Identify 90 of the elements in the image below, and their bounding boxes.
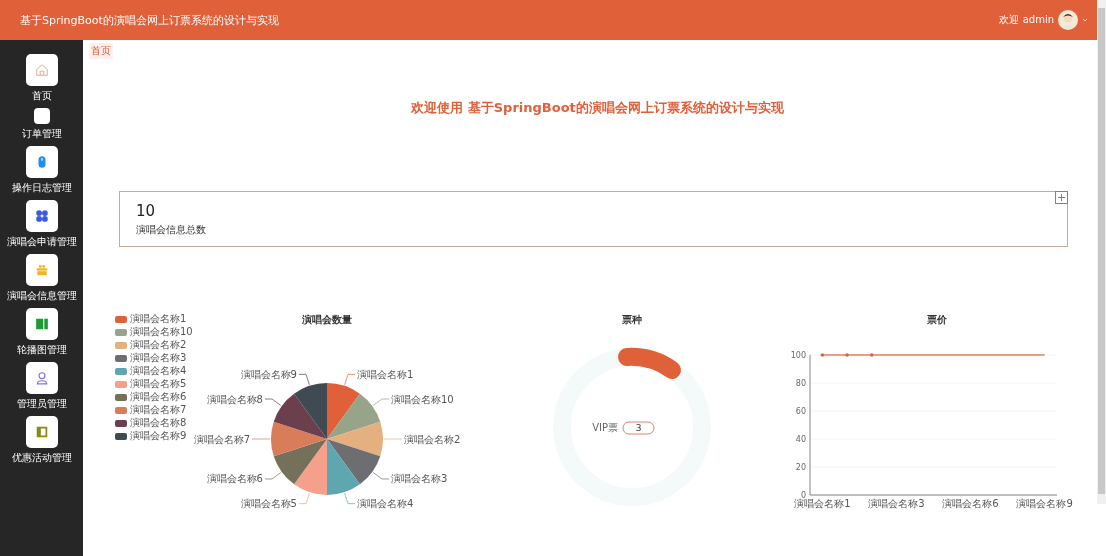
y-tick-label: 20 xyxy=(795,463,806,472)
legend-swatch[interactable] xyxy=(115,406,127,414)
legend-swatch[interactable] xyxy=(115,419,127,427)
sidebar-label[interactable]: 演唱会信息管理 xyxy=(6,289,77,303)
icon-tile[interactable] xyxy=(25,362,58,394)
value-label: 3 xyxy=(635,423,642,433)
sidebar-label[interactable]: 轮播图管理 xyxy=(16,343,67,357)
avatar[interactable] xyxy=(1058,10,1078,30)
legend-label[interactable]: 演唱会名称10 xyxy=(130,326,193,338)
legend-label[interactable]: 演唱会名称8 xyxy=(130,417,187,429)
legend-swatch[interactable] xyxy=(115,432,127,440)
leader-line xyxy=(264,472,282,480)
icon-tile[interactable] xyxy=(25,308,58,340)
y-tick-label: 0 xyxy=(800,491,806,500)
greeting: 欢迎 admin xyxy=(999,13,1054,27)
legend-label[interactable]: 演唱会名称7 xyxy=(130,404,187,416)
chart-title: 票价 xyxy=(927,313,947,327)
y-tick-label: 60 xyxy=(795,407,806,416)
icon-tile[interactable] xyxy=(25,146,58,178)
sidebar-label[interactable]: 订单管理 xyxy=(21,127,62,141)
gift-icon xyxy=(34,263,49,277)
panel-icon xyxy=(34,425,49,439)
slice-label: 演唱会名称8 xyxy=(206,393,263,405)
book-icon xyxy=(34,317,49,331)
legend-label[interactable]: 演唱会名称6 xyxy=(130,391,187,403)
slice-label: 演唱会名称4 xyxy=(357,498,414,510)
icon-tile[interactable] xyxy=(25,200,58,232)
legend-swatch[interactable] xyxy=(115,354,127,362)
x-tick-label: 演唱会名称9 xyxy=(1016,498,1073,509)
icon-tile[interactable] xyxy=(25,254,58,286)
legend-swatch[interactable] xyxy=(115,341,127,349)
stat-label: 演唱会信息总数 xyxy=(136,222,207,237)
legend-label[interactable]: 演唱会名称5 xyxy=(130,378,187,390)
sidebar-label[interactable]: 操作日志管理 xyxy=(11,181,72,195)
legend-label[interactable]: 演唱会名称9 xyxy=(130,430,187,442)
leader-line xyxy=(344,492,356,505)
sidebar-label[interactable]: 演唱会申请管理 xyxy=(6,235,77,249)
leader-line xyxy=(264,398,282,406)
leader-line xyxy=(344,373,356,386)
icon-tile[interactable] xyxy=(25,416,58,448)
y-tick-label: 80 xyxy=(795,379,806,388)
slice-label: 演唱会名称3 xyxy=(391,473,448,485)
legend-label[interactable]: 演唱会名称2 xyxy=(130,339,187,351)
x-tick-label: 演唱会名称6 xyxy=(942,498,999,509)
series-label: VIP票 xyxy=(592,422,618,433)
value-pill xyxy=(622,421,655,435)
y-tick-label: 100 xyxy=(790,351,806,360)
slice-label: 演唱会名称7 xyxy=(193,433,250,445)
legend-swatch[interactable] xyxy=(115,367,127,375)
leader-line xyxy=(372,398,390,406)
slice-label: 演唱会名称6 xyxy=(206,473,263,485)
leader-line xyxy=(298,492,310,505)
x-tick-label: 演唱会名称3 xyxy=(868,498,925,509)
legend-swatch[interactable] xyxy=(115,393,127,401)
leader-line xyxy=(372,472,390,480)
data-point xyxy=(820,353,825,357)
legend-label[interactable]: 演唱会名称3 xyxy=(130,352,187,364)
plus-icon[interactable] xyxy=(1055,191,1068,204)
legend-label[interactable]: 演唱会名称1 xyxy=(130,313,187,325)
leader-line xyxy=(383,438,403,440)
leader-line xyxy=(251,438,271,440)
slice-label: 演唱会名称10 xyxy=(391,393,454,405)
slice-label: 演唱会名称2 xyxy=(404,433,461,445)
slice-label: 演唱会名称9 xyxy=(240,368,297,380)
legend-swatch[interactable] xyxy=(115,328,127,336)
chart-title: 演唱会数量 xyxy=(302,313,352,327)
sidebar-label[interactable]: 管理员管理 xyxy=(16,397,67,411)
chart-title: 票种 xyxy=(622,313,642,327)
sidebar-label[interactable]: 优惠活动管理 xyxy=(11,451,72,465)
legend-label[interactable]: 演唱会名称4 xyxy=(130,365,187,377)
sidebar-label[interactable]: 首页 xyxy=(31,89,52,103)
leader-line xyxy=(298,373,310,386)
welcome-heading: 欢迎使用 基于SpringBoot的演唱会网上订票系统的设计与实现 xyxy=(410,99,785,117)
data-point xyxy=(869,353,874,357)
home-icon xyxy=(34,63,49,77)
slice-label: 演唱会名称1 xyxy=(357,368,414,380)
ring-arc xyxy=(618,348,681,379)
clover-icon xyxy=(34,209,49,223)
legend-swatch[interactable] xyxy=(115,315,127,323)
scrollbar[interactable] xyxy=(1097,0,1106,504)
y-tick-label: 40 xyxy=(795,435,806,444)
icon-tile[interactable] xyxy=(33,108,50,124)
icon-tile[interactable] xyxy=(25,54,58,86)
x-tick-label: 演唱会名称1 xyxy=(794,498,851,509)
data-point xyxy=(845,353,849,357)
legend-swatch[interactable] xyxy=(115,380,127,388)
system-title: 基于SpringBoot的演唱会网上订票系统的设计与实现 xyxy=(20,12,279,28)
stat-value: 10 xyxy=(136,201,157,220)
slice-label: 演唱会名称5 xyxy=(240,498,297,510)
user-icon xyxy=(34,371,49,385)
